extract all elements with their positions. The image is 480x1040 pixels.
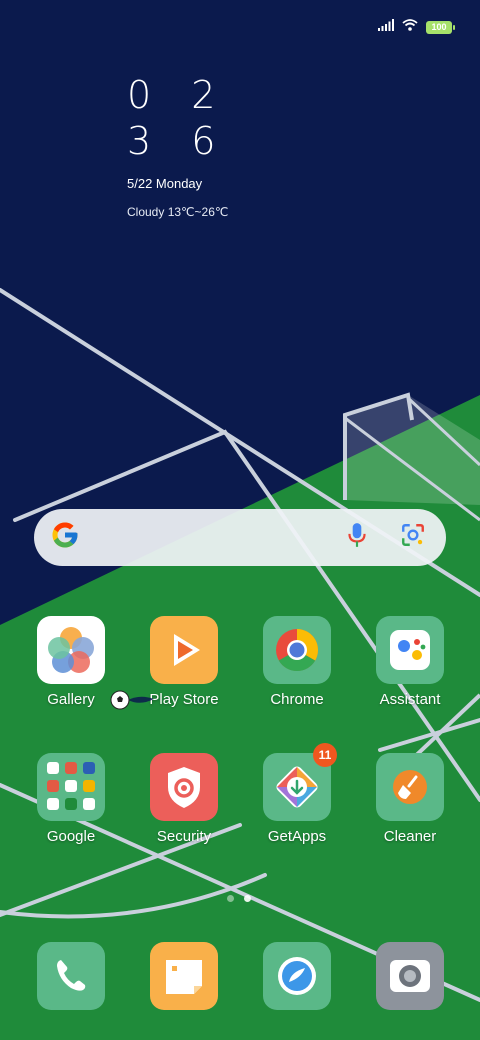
messages-icon: [150, 960, 218, 1014]
google-g-icon: [50, 520, 80, 555]
app-label: Assistant: [379, 691, 441, 708]
page-dot-active[interactable]: [244, 895, 251, 902]
chrome-icon: [263, 616, 331, 684]
app-label: Security: [156, 828, 212, 845]
wifi-icon: [402, 18, 418, 36]
status-bar: 100: [378, 18, 455, 36]
getapps-icon: 11: [263, 743, 337, 821]
app-label: Google: [46, 828, 96, 845]
clock-widget[interactable]: 0 2 3 6 5/22 Monday Cloudy 13℃~26℃: [127, 72, 229, 219]
phone-icon: [37, 960, 105, 1014]
clock-minutes: 3 6: [127, 119, 230, 163]
google-search-bar[interactable]: [34, 509, 446, 566]
dock-camera-button[interactable]: [376, 942, 444, 1010]
play-store-icon: [150, 616, 218, 684]
google-folder-icon: [37, 753, 105, 821]
app-label: Cleaner: [383, 828, 437, 845]
app-label: GetApps: [267, 828, 327, 845]
weather-text: Cloudy 13℃~26℃: [127, 205, 229, 219]
app-chrome[interactable]: Chrome: [242, 616, 352, 708]
app-getapps[interactable]: 11 GetApps: [242, 743, 352, 845]
microphone-icon[interactable]: [344, 521, 400, 554]
clock-hours: 0 2: [127, 73, 230, 117]
app-assistant[interactable]: Assistant: [355, 616, 465, 708]
app-security[interactable]: Security: [129, 753, 239, 845]
cleaner-broom-icon: [376, 753, 444, 821]
gallery-icon: [37, 616, 105, 684]
football-icon: [110, 690, 154, 710]
google-lens-icon[interactable]: [400, 522, 426, 553]
assistant-icon: [376, 616, 444, 684]
notification-badge: 11: [313, 743, 337, 767]
page-dot[interactable]: [227, 895, 234, 902]
dock-phone-button[interactable]: [37, 942, 105, 1010]
camera-icon: [376, 960, 444, 1014]
page-indicator: [227, 895, 251, 902]
browser-icon: [263, 957, 331, 1014]
clock-date: 5/22 Monday: [127, 176, 203, 191]
security-shield-icon: [150, 753, 218, 821]
app-label: Chrome: [270, 691, 324, 708]
dock-browser-button[interactable]: [263, 942, 331, 1010]
signal-icon: [378, 18, 394, 36]
battery-icon: 100: [426, 20, 455, 34]
app-cleaner[interactable]: Cleaner: [355, 753, 465, 845]
dock-messages-button[interactable]: [150, 942, 218, 1010]
app-google-folder[interactable]: Google: [16, 753, 126, 845]
